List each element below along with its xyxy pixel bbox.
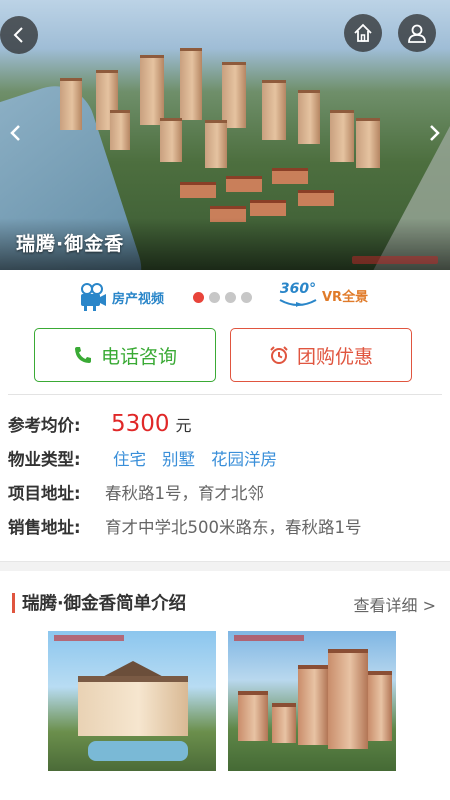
home-button[interactable] <box>344 14 382 52</box>
image-caption-mark <box>234 635 304 641</box>
intro-image-villa[interactable] <box>48 631 216 771</box>
tower-building <box>328 649 368 749</box>
property-video-label: 房产视频 <box>112 291 165 307</box>
hero-villa <box>250 200 286 216</box>
property-type-tag[interactable]: 住宅 <box>113 446 146 470</box>
project-address-row: 项目地址: 春秋路1号，育才北邻 <box>8 475 442 509</box>
project-address-label: 项目地址: <box>8 484 81 503</box>
sales-address-label: 销售地址: <box>8 518 81 537</box>
alarm-clock-icon <box>270 346 288 364</box>
carousel-dot[interactable] <box>209 292 220 303</box>
intro-title: 瑞腾·御金香简单介绍 <box>22 594 187 614</box>
hero-building <box>110 110 130 150</box>
group-buy-button[interactable]: 团购优惠 <box>230 328 412 382</box>
carousel-next-button[interactable] <box>424 118 446 148</box>
hero-villa <box>180 182 216 198</box>
property-type-tag[interactable]: 花园洋房 <box>211 446 277 470</box>
price-unit: 元 <box>175 416 192 435</box>
price-label: 参考均价: <box>8 416 81 435</box>
hero-building <box>330 110 354 162</box>
intro-gallery <box>0 631 450 771</box>
property-video-link[interactable]: 房产视频 <box>78 282 164 312</box>
chevron-left-icon <box>10 125 20 141</box>
chevron-right-icon <box>430 125 440 141</box>
hero-building <box>205 120 227 168</box>
tower-building <box>298 665 328 745</box>
video-camera-icon <box>81 283 106 311</box>
hero-building <box>140 55 164 125</box>
hero-building <box>180 48 202 120</box>
property-type-tag[interactable]: 别墅 <box>162 446 195 470</box>
user-icon <box>408 24 426 43</box>
view-details-link[interactable]: 查看详细 > <box>354 592 437 616</box>
user-button[interactable] <box>398 14 436 52</box>
hero-building <box>262 80 286 140</box>
property-type-label: 物业类型: <box>8 450 81 469</box>
property-type-row: 物业类型: 住宅 别墅 花园洋房 <box>8 441 442 475</box>
hero-building <box>356 118 380 168</box>
villa-pool <box>88 741 188 761</box>
price-row: 参考均价: 5300 元 <box>8 407 442 441</box>
hero-title: 瑞腾·御金香 <box>16 233 125 255</box>
action-buttons: 电话咨询 团购优惠 <box>0 328 450 394</box>
hero-villa <box>298 190 334 206</box>
hero-building <box>160 118 182 162</box>
hero-villa <box>272 168 308 184</box>
hero-villa <box>226 176 262 192</box>
hero-building <box>60 78 82 130</box>
phone-icon <box>74 347 91 363</box>
group-buy-label: 团购优惠 <box>296 345 373 368</box>
property-info: 参考均价: 5300 元 物业类型: 住宅 别墅 花园洋房 项目地址: 春秋路1… <box>0 395 450 557</box>
image-caption-mark <box>54 635 124 641</box>
vr-orbit-icon <box>279 299 317 307</box>
media-row: 房产视频 360° VR全景 <box>0 270 450 328</box>
tower-building <box>368 671 392 741</box>
hero-watermark <box>352 256 438 264</box>
hero-building <box>222 62 246 128</box>
vr-360-badge: 360° <box>279 281 317 297</box>
back-button[interactable] <box>0 16 38 54</box>
section-accent-bar <box>12 593 15 613</box>
call-consult-label: 电话咨询 <box>100 345 177 368</box>
vr-tour-label: VR全景 <box>322 289 369 305</box>
intro-image-towers[interactable] <box>228 631 396 771</box>
sales-address-value: 育才中学北500米路东，春秋路1号 <box>105 518 362 537</box>
call-consult-button[interactable]: 电话咨询 <box>34 328 216 382</box>
carousel-indicator <box>193 292 252 303</box>
carousel-dot-active[interactable] <box>193 292 204 303</box>
carousel-prev-button[interactable] <box>4 118 26 148</box>
tower-building <box>238 691 268 741</box>
carousel-dot[interactable] <box>225 292 236 303</box>
intro-header: 瑞腾·御金香简单介绍 查看详细 > <box>0 571 450 631</box>
tower-building <box>272 703 296 743</box>
hero-banner[interactable]: 瑞腾·御金香 <box>0 0 450 270</box>
villa-building <box>78 676 188 736</box>
section-separator <box>0 561 450 571</box>
vr-tour-link[interactable]: 360° VR全景 <box>278 282 368 308</box>
home-icon <box>354 23 372 42</box>
carousel-dot[interactable] <box>241 292 252 303</box>
chevron-left-icon <box>13 27 23 43</box>
price-value: 5300 <box>111 411 170 437</box>
sales-address-row: 销售地址: 育才中学北500米路东，春秋路1号 <box>8 509 442 543</box>
vr-360-icon: 360° <box>278 282 318 308</box>
hero-building <box>298 90 320 144</box>
project-address-value: 春秋路1号，育才北邻 <box>105 484 264 503</box>
